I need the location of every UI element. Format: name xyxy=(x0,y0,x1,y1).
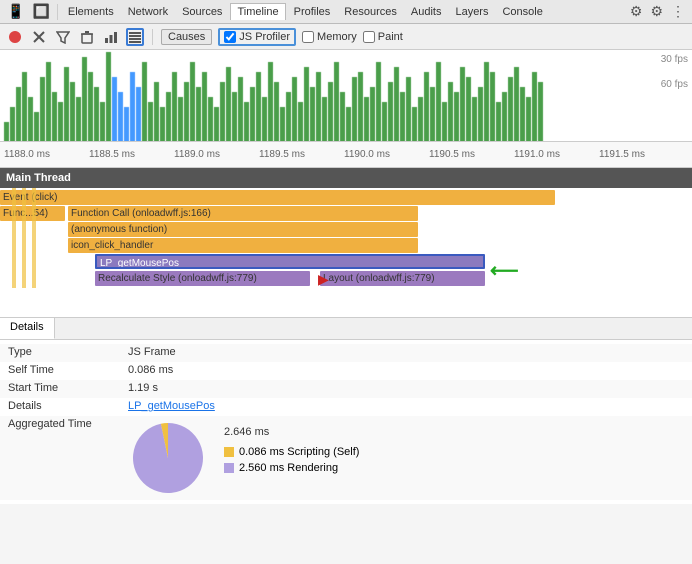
nav-layers[interactable]: Layers xyxy=(449,4,494,20)
details-tabs: Details xyxy=(0,318,692,340)
top-nav: 📱 🔲 Elements Network Sources Timeline Pr… xyxy=(0,0,692,24)
time-tick-7: 1191.5 ms xyxy=(599,149,645,160)
rendering-color-dot xyxy=(224,463,234,473)
details-panel: Details TypeJS FrameSelf Time0.086 msSta… xyxy=(0,318,692,504)
pie-chart xyxy=(128,418,208,498)
aggregated-time-content: 2.646 ms 0.086 ms Scripting (Self) 2.560 m… xyxy=(128,418,359,498)
aggregated-time-label: Aggregated Time xyxy=(8,418,128,430)
detail-label-2: Start Time xyxy=(8,382,128,394)
aggregated-time-row: Aggregated Time 2.646 ms 0.086 ms Scriptin… xyxy=(0,416,692,500)
causes-button[interactable]: Causes xyxy=(161,29,212,45)
yellow-bar-1 xyxy=(22,188,26,288)
scripting-label: 0.086 ms Scripting (Self) xyxy=(239,446,359,458)
time-tick-2: 1189.0 ms xyxy=(174,149,220,160)
nav-audits[interactable]: Audits xyxy=(405,4,448,20)
detail-row-3: DetailsLP_getMousePos xyxy=(0,398,692,416)
pie-scripting-legend: 0.086 ms Scripting (Self) xyxy=(224,446,359,458)
flame-event-0[interactable]: Event (click) xyxy=(0,190,555,205)
nav-network[interactable]: Network xyxy=(122,4,174,20)
time-tick-4: 1190.0 ms xyxy=(344,149,390,160)
settings-icon[interactable]: ⚙ xyxy=(647,3,666,20)
time-tick-0: 1188.0 ms xyxy=(4,149,50,160)
time-tick-3: 1189.5 ms xyxy=(259,149,305,160)
nav-separator xyxy=(57,4,58,20)
flame-chart-icon[interactable] xyxy=(126,28,144,46)
paint-label: Paint xyxy=(378,31,403,43)
timeline-chart: 30 fps 60 fps 1188.0 ms1188.5 ms1189.0 m… xyxy=(0,50,692,168)
pie-rendering-legend: 2.560 ms Rendering xyxy=(224,462,359,474)
js-profiler-checkbox[interactable] xyxy=(224,31,236,43)
js-profiler-checkbox-label[interactable]: JS Profiler xyxy=(218,28,296,46)
inspect-icon[interactable]: 🔲 xyxy=(29,3,52,20)
rendering-label: 2.560 ms Rendering xyxy=(239,462,338,474)
yellow-bar-2 xyxy=(32,188,36,288)
detail-label-0: Type xyxy=(8,346,128,358)
time-tick-6: 1191.0 ms xyxy=(514,149,560,160)
record-button[interactable] xyxy=(6,28,24,46)
flame-event-4[interactable]: icon_click_handler xyxy=(68,238,418,253)
yellow-bar-0 xyxy=(12,188,16,288)
main-thread-header: Main Thread xyxy=(0,168,692,188)
time-tick-1: 1188.5 ms xyxy=(89,149,135,160)
scripting-color-dot xyxy=(224,447,234,457)
paint-checkbox-label[interactable]: Paint xyxy=(363,31,403,43)
clear-button[interactable] xyxy=(30,28,48,46)
toolbar-sep-1 xyxy=(152,29,153,45)
toolbar: Causes JS Profiler Memory Paint xyxy=(0,24,692,50)
detail-row-2: Start Time1.19 s xyxy=(0,380,692,398)
detail-label-3: Details xyxy=(8,400,128,412)
filter-button[interactable] xyxy=(54,28,72,46)
detail-label-1: Self Time xyxy=(8,364,128,376)
details-content: TypeJS FrameSelf Time0.086 msStart Time1… xyxy=(0,340,692,504)
detail-row-1: Self Time0.086 ms xyxy=(0,362,692,380)
mobile-icon[interactable]: 📱 xyxy=(4,3,27,20)
memory-checkbox[interactable] xyxy=(302,31,314,43)
flame-event-7[interactable]: Layout (onloadwff.js:779) xyxy=(320,271,485,286)
memory-checkbox-label[interactable]: Memory xyxy=(302,31,357,43)
nav-timeline[interactable]: Timeline xyxy=(230,3,285,20)
flame-event-5[interactable]: LP_getMousePos xyxy=(95,254,485,269)
time-ruler: 1188.0 ms 1188.5 ms 1189.0 ms 1189.5 ms 1190… xyxy=(0,141,692,167)
aggregated-total: 2.646 ms xyxy=(224,426,359,438)
flame-event-6[interactable]: Recalculate Style (onloadwff.js:779) xyxy=(95,271,310,286)
memory-label: Memory xyxy=(317,31,357,43)
detail-row-0: TypeJS Frame xyxy=(0,344,692,362)
flame-event-3[interactable]: (anonymous function) xyxy=(68,222,418,237)
execute-icon[interactable]: ⚙ xyxy=(627,3,646,20)
nav-sources[interactable]: Sources xyxy=(176,4,228,20)
flame-chart[interactable]: Event (click)Func...54)Function Call (on… xyxy=(0,188,692,318)
detail-value-1: 0.086 ms xyxy=(128,364,173,376)
paint-checkbox[interactable] xyxy=(363,31,375,43)
detail-value-0: JS Frame xyxy=(128,346,176,358)
red-triangle-indicator: ▶ xyxy=(318,271,329,288)
nav-profiles[interactable]: Profiles xyxy=(288,4,337,20)
nav-console[interactable]: Console xyxy=(496,4,548,20)
time-tick-5: 1190.5 ms xyxy=(429,149,475,160)
js-profiler-label: JS Profiler xyxy=(239,31,290,43)
main-thread-label: Main Thread xyxy=(6,172,71,184)
flame-event-2[interactable]: Function Call (onloadwff.js:166) xyxy=(68,206,418,221)
bar-chart-icon[interactable] xyxy=(102,28,120,46)
detail-value-2: 1.19 s xyxy=(128,382,158,394)
nav-resources[interactable]: Resources xyxy=(338,4,403,20)
detail-value-3[interactable]: LP_getMousePos xyxy=(128,400,215,412)
pie-legend: 2.646 ms 0.086 ms Scripting (Self) 2.560 m… xyxy=(224,418,359,474)
more-icon[interactable]: ⋮ xyxy=(668,3,688,20)
details-tab[interactable]: Details xyxy=(0,318,55,339)
green-arrow-indicator: ⟵ xyxy=(490,258,519,283)
nav-elements[interactable]: Elements xyxy=(62,4,120,20)
trash-button[interactable] xyxy=(78,28,96,46)
